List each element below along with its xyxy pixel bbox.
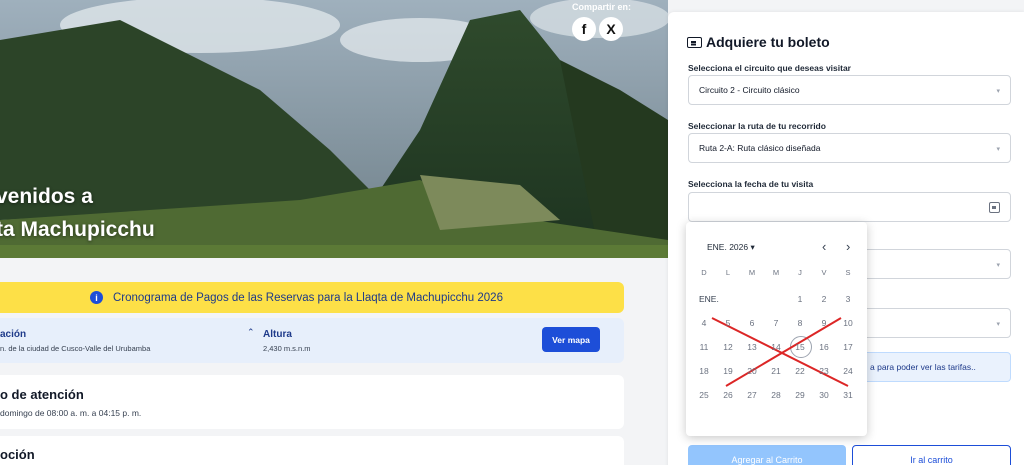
next-card-title: oción <box>0 447 35 462</box>
calendar-day[interactable]: 9 <box>812 318 836 328</box>
weekday-header: M <box>748 268 756 277</box>
chevron-left-icon[interactable]: ‹ <box>822 239 826 254</box>
calendar-day[interactable]: 22 <box>788 366 812 376</box>
chevron-right-icon[interactable]: › <box>846 239 850 254</box>
hero-title-line2: ta Machupicchu <box>0 218 155 241</box>
weekday-header: M <box>772 268 780 277</box>
view-map-button[interactable]: Ver mapa <box>542 327 600 352</box>
calendar-day[interactable]: 7 <box>764 318 788 328</box>
calendar-day[interactable]: 23 <box>812 366 836 376</box>
schedule-card: o de atención domingo de 08:00 a. m. a 0… <box>0 375 624 429</box>
date-input[interactable] <box>688 192 1011 222</box>
calendar-day[interactable]: 14 <box>764 342 788 352</box>
notice-text: Cronograma de Pagos de las Reservas para… <box>113 291 503 304</box>
chevron-down-icon: ▾ <box>996 262 1000 269</box>
go-to-cart-button[interactable]: Ir al carrito <box>852 445 1011 465</box>
route-value: Ruta 2-A: Ruta clásico diseñada <box>699 143 821 153</box>
calendar-day[interactable]: 6 <box>740 318 764 328</box>
calendar-day[interactable]: 1 <box>788 294 812 304</box>
calendar-day[interactable]: 21 <box>764 366 788 376</box>
calendar-day[interactable]: 12 <box>716 342 740 352</box>
calendar-day[interactable]: 4 <box>692 318 716 328</box>
tariff-info-text: a para poder ver las tarifas.. <box>870 362 976 372</box>
facebook-icon[interactable]: f <box>572 17 596 41</box>
circuit-select[interactable]: Circuito 2 - Circuito clásico ▾ <box>688 75 1011 105</box>
route-label: Seleccionar la ruta de tu recorrido <box>688 121 826 131</box>
calendar-day[interactable]: 3 <box>836 294 860 304</box>
calendar-day[interactable]: 25 <box>692 390 716 400</box>
calendar-day[interactable]: 8 <box>788 318 812 328</box>
chevron-down-icon: ▾ <box>996 88 1000 95</box>
calendar-day[interactable]: 19 <box>716 366 740 376</box>
schedule-text: domingo de 08:00 a. m. a 04:15 p. m. <box>0 408 142 418</box>
route-select[interactable]: Ruta 2-A: Ruta clásico diseñada ▾ <box>688 133 1011 163</box>
add-to-cart-button[interactable]: Agregar al Carrito <box>688 445 846 465</box>
calendar-day[interactable]: 13 <box>740 342 764 352</box>
calendar-day[interactable]: 17 <box>836 342 860 352</box>
payment-schedule-notice[interactable]: i Cronograma de Pagos de las Reservas pa… <box>0 282 624 313</box>
altitude-chevron-icon: ⌃ <box>247 327 255 337</box>
calendar-day[interactable]: 28 <box>764 390 788 400</box>
share-label: Compartir en: <box>572 2 632 12</box>
altitude-value: 2,430 m.s.n.m <box>263 344 311 353</box>
month-year-selector[interactable]: ENE. 2026 ▾ <box>707 242 755 253</box>
location-card: ación n. de la ciudad de Cusco-Valle del… <box>0 318 624 363</box>
chevron-down-icon: ▾ <box>996 321 1000 328</box>
chevron-down-icon: ▾ <box>996 146 1000 153</box>
calendar-day[interactable]: 24 <box>836 366 860 376</box>
schedule-title: o de atención <box>0 387 84 402</box>
hero-banner: venidos a ta Machupicchu Compartir en: f… <box>0 0 668 258</box>
calendar-day[interactable]: 26 <box>716 390 740 400</box>
circuit-value: Circuito 2 - Circuito clásico <box>699 85 800 95</box>
weekday-header: J <box>798 268 802 277</box>
altitude-title: Altura <box>263 329 292 340</box>
date-picker-popup: ENE. 2026 ▾ ‹ › ENE. D L M M J V S 1 2 3 4 5 6 7 8 9 10 1… <box>686 222 867 436</box>
calendar-day[interactable]: 27 <box>740 390 764 400</box>
weekday-header: S <box>845 268 851 277</box>
calendar-day[interactable]: 31 <box>836 390 860 400</box>
month-short-label: ENE. <box>699 294 719 304</box>
calendar-day[interactable]: 10 <box>836 318 860 328</box>
hero-title-line1: venidos a <box>0 185 93 208</box>
calendar-day[interactable]: 30 <box>812 390 836 400</box>
calendar-day[interactable]: 5 <box>716 318 740 328</box>
weekday-header: V <box>821 268 827 277</box>
date-label: Selecciona la fecha de tu visita <box>688 179 814 189</box>
panel-title: Adquiere tu boleto <box>706 34 830 50</box>
info-icon: i <box>90 291 103 304</box>
location-subtitle: n. de la ciudad de Cusco-Valle del Uruba… <box>0 344 151 353</box>
calendar-day[interactable]: 2 <box>812 294 836 304</box>
calendar-day[interactable]: 20 <box>740 366 764 376</box>
disabled-cross-overlay <box>711 317 849 387</box>
calendar-day[interactable]: 16 <box>812 342 836 352</box>
next-info-card: oción <box>0 436 624 465</box>
calendar-day[interactable]: 18 <box>692 366 716 376</box>
calendar-day[interactable]: 15 <box>788 342 812 352</box>
ticket-icon <box>687 37 702 48</box>
calendar-day[interactable]: 11 <box>692 342 716 352</box>
weekday-header: D <box>701 268 707 277</box>
location-title: ación <box>0 329 27 340</box>
weekday-header: L <box>725 268 731 277</box>
circuit-label: Selecciona el circuito que deseas visita… <box>688 63 851 73</box>
calendar-day[interactable]: 29 <box>788 390 812 400</box>
calendar-icon[interactable] <box>989 202 1000 213</box>
x-twitter-icon[interactable]: X <box>599 17 623 41</box>
